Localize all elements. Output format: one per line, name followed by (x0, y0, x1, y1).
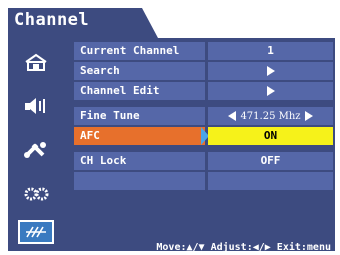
row-value (208, 82, 333, 100)
row-label: Current Channel (74, 42, 205, 60)
menu-row-afc[interactable]: AFC ON (72, 127, 333, 147)
fine-tune-value: 471.25 Mhz (240, 111, 301, 122)
submenu-arrow-icon (266, 86, 275, 96)
channel-icon[interactable] (18, 220, 54, 244)
row-label: CH Lock (74, 152, 205, 170)
settings-icon[interactable] (18, 182, 54, 206)
footer-hint: Move:▲/▼ Adjust:◀/▶ Exit:menu (156, 242, 331, 253)
menu-frame: Current Channel 1 Search Channel Edit Fi… (8, 38, 335, 253)
row-label: Search (74, 62, 205, 80)
row-value: OFF (208, 152, 333, 170)
menu-row-empty (72, 172, 333, 192)
row-label: AFC (74, 127, 205, 145)
menu-title: Channel (14, 10, 90, 30)
row-value (208, 172, 333, 190)
row-label: Fine Tune (74, 107, 205, 125)
row-label: Channel Edit (74, 82, 205, 100)
increase-arrow-icon[interactable] (304, 111, 313, 121)
row-value: 1 (208, 42, 333, 60)
row-value: 471.25 Mhz (208, 107, 333, 125)
menu-row-fine-tune[interactable]: Fine Tune 471.25 Mhz (72, 107, 333, 127)
row-label (74, 172, 205, 190)
setup-icon[interactable] (18, 138, 54, 162)
submenu-arrow-icon (266, 66, 275, 76)
picture-icon[interactable] (18, 50, 54, 74)
menu-row-search[interactable]: Search (72, 62, 333, 82)
menu-row-current-channel[interactable]: Current Channel 1 (72, 42, 333, 62)
row-value (208, 62, 333, 80)
row-value: ON (208, 127, 333, 145)
sound-icon[interactable] (18, 94, 54, 118)
decrease-arrow-icon[interactable] (228, 111, 237, 121)
menu-row-ch-lock[interactable]: CH Lock OFF (72, 152, 333, 172)
menu-row-channel-edit[interactable]: Channel Edit (72, 82, 333, 102)
osd-menu: Channel Current Channel 1 Search Channel… (8, 8, 335, 253)
